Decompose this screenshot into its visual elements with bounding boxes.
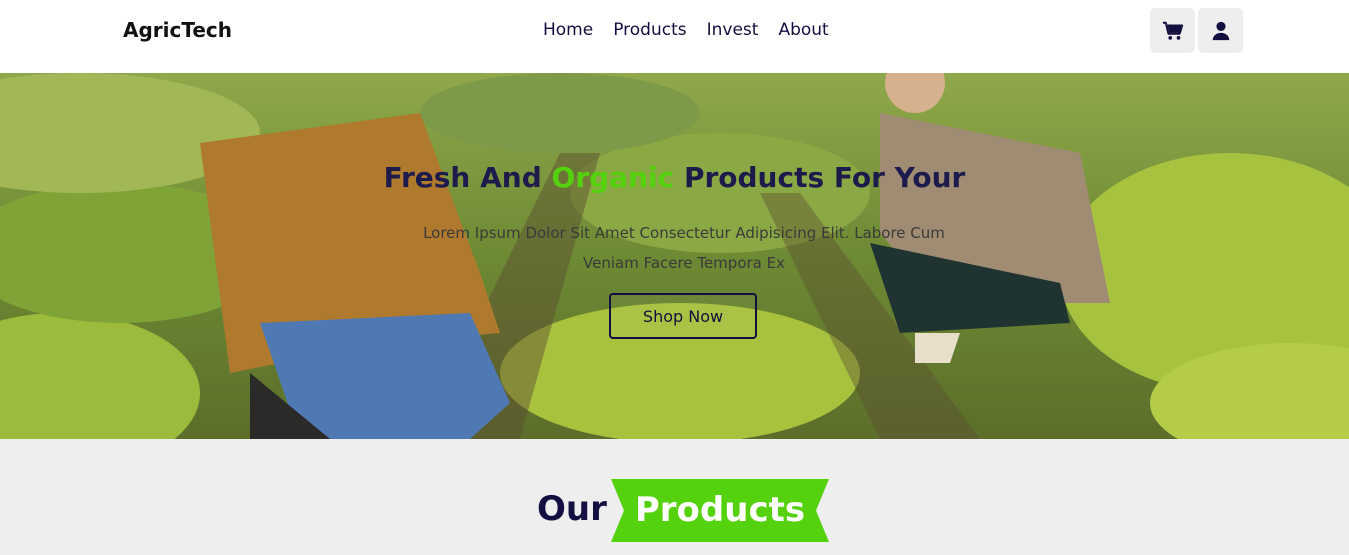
cart-button[interactable] bbox=[1150, 8, 1195, 53]
nav-invest[interactable]: Invest bbox=[707, 20, 759, 40]
nav-home[interactable]: Home bbox=[543, 20, 593, 40]
main-nav: Home Products Invest About bbox=[543, 20, 829, 40]
hero-section: Fresh And Organic Products For Your Lore… bbox=[0, 73, 1349, 439]
products-heading-tag: Products bbox=[611, 479, 829, 542]
nav-about[interactable]: About bbox=[778, 20, 828, 40]
site-header: AgricTech Home Products Invest About bbox=[0, 0, 1349, 73]
hero-title-accent: Organic bbox=[551, 161, 675, 194]
cart-icon bbox=[1162, 21, 1183, 40]
logo[interactable]: AgricTech bbox=[123, 18, 232, 42]
hero-subtitle: Lorem Ipsum Dolor Sit Amet Consectetur A… bbox=[423, 224, 945, 272]
shop-now-button[interactable]: Shop Now bbox=[609, 293, 757, 339]
user-icon bbox=[1212, 21, 1229, 40]
products-heading-tag-text: Products bbox=[634, 490, 806, 530]
hero-title-part2: Products For Your bbox=[674, 161, 966, 194]
products-section: Our Products bbox=[0, 439, 1349, 555]
hero-title-part1: Fresh And bbox=[383, 161, 552, 194]
nav-products[interactable]: Products bbox=[613, 20, 686, 40]
user-button[interactable] bbox=[1198, 8, 1243, 53]
products-heading-plain: Our bbox=[537, 489, 607, 529]
hero-title: Fresh And Organic Products For Your bbox=[0, 161, 1349, 194]
